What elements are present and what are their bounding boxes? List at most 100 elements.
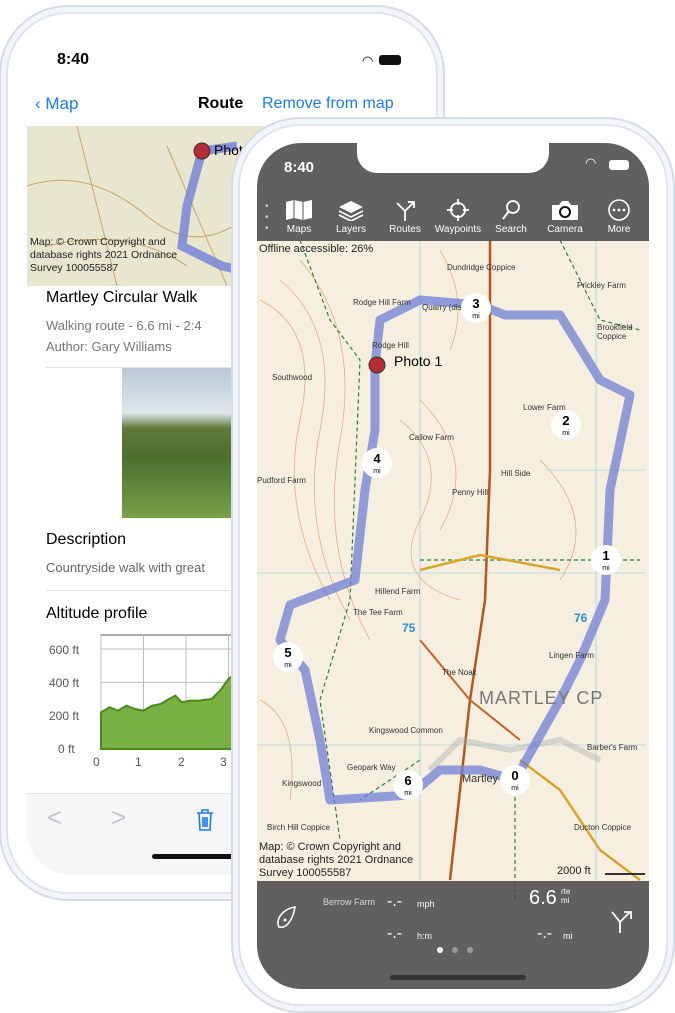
distance-marker[interactable]: 0 mi xyxy=(500,765,530,795)
distance-marker[interactable]: 4 mi xyxy=(362,448,392,478)
photo-pin-icon xyxy=(368,356,386,374)
toolbar-label: Maps xyxy=(286,224,312,235)
toolbar-routes[interactable]: Routes xyxy=(379,199,431,235)
distance-marker[interactable]: 1 mi xyxy=(591,545,621,575)
marker-unit: mi xyxy=(404,790,412,797)
stats-panel: -.- mph -.- h:m 6.6 rte mi -.- mi xyxy=(257,881,649,989)
time-unit: h:m xyxy=(417,931,433,941)
trash-icon[interactable] xyxy=(195,808,215,832)
toolbar-maps[interactable]: Maps xyxy=(273,199,325,235)
map-credit: Map: © Crown Copyright and database righ… xyxy=(259,841,414,879)
y-tick: 200 ft xyxy=(49,709,80,723)
wifi-icon: ◠ xyxy=(585,155,597,170)
distance-marker[interactable]: 6 mi xyxy=(393,770,423,800)
place-label: Rodge Hill Farm xyxy=(353,298,411,307)
remove-from-map-button[interactable]: Remove from map xyxy=(262,95,394,113)
scale-bar xyxy=(605,873,645,875)
distance-marker[interactable]: 2 mi xyxy=(551,410,581,440)
distance-unit: mi xyxy=(563,931,573,941)
route-summary: Walking route - 6.6 mi - 2:4 xyxy=(46,318,202,333)
distance-marker[interactable]: 3 mi xyxy=(461,293,491,323)
description-heading: Description xyxy=(46,531,127,548)
parish-label: MARTLEY CP xyxy=(479,688,604,708)
more-icon xyxy=(608,199,630,221)
page-title: Route xyxy=(198,95,244,112)
x-tick: 1 xyxy=(135,755,142,769)
x-tick: 3 xyxy=(220,755,227,769)
place-label: Quarry (dis) xyxy=(422,303,465,312)
toolbar-waypoints[interactable]: Waypoints xyxy=(432,199,484,235)
place-label: The Noak xyxy=(442,668,477,677)
marker-number: 2 xyxy=(562,413,570,428)
marker-number: 4 xyxy=(373,451,381,466)
unit-bottom: mi xyxy=(561,896,570,905)
x-tick: 2 xyxy=(178,755,185,769)
place-label: Ducton Coppice xyxy=(574,823,631,832)
back-label: Map xyxy=(45,94,79,113)
altitude-heading: Altitude profile xyxy=(46,605,148,622)
place-label: Southwood xyxy=(272,373,313,382)
toolbar-search[interactable]: Search xyxy=(485,199,537,235)
y-tick: 600 ft xyxy=(49,643,80,657)
description-text: Countryside walk with great xyxy=(46,560,205,575)
page-dot[interactable] xyxy=(467,947,473,953)
place-label: Berrow Farm xyxy=(323,897,376,907)
place-label: Kingswood Common xyxy=(369,726,443,735)
next-button[interactable]: > xyxy=(111,802,126,833)
place-label: Penny Hill xyxy=(452,488,489,497)
toolbar-camera[interactable]: Camera xyxy=(539,199,591,235)
y-tick: 400 ft xyxy=(49,676,80,690)
wifi-icon: ◠ xyxy=(362,53,374,68)
offline-status: Offline accessible: 26% xyxy=(259,243,374,255)
time-value: -.- xyxy=(387,925,403,942)
status-time: 8:40 xyxy=(284,159,315,176)
route-name: Martley Circular Walk xyxy=(46,289,198,306)
previous-button[interactable]: < xyxy=(47,802,62,833)
place-label: The Tee Farm xyxy=(353,608,403,617)
back-button[interactable]: ‹ Map xyxy=(35,94,78,114)
compass-icon[interactable] xyxy=(275,905,299,931)
unit-top: rte xyxy=(561,887,571,896)
map-screen: Photo 1 MARTLEY CP 75 76 Rodge Hill Farm… xyxy=(257,143,649,989)
page-dot-active[interactable] xyxy=(437,947,443,953)
route-distance: 6.6 xyxy=(529,887,557,909)
marker-number: 1 xyxy=(602,548,610,563)
search-icon xyxy=(502,200,520,220)
toolbar-more[interactable]: More xyxy=(593,199,645,235)
photo-label: Photo 1 xyxy=(394,353,443,369)
place-label: Barber's Farm xyxy=(587,743,638,752)
battery-icon xyxy=(609,160,629,170)
place-label: Martley xyxy=(462,773,499,785)
page-dot[interactable] xyxy=(452,947,458,953)
toolbar-label: Waypoints xyxy=(434,224,482,235)
place-label: Dundridge Coppice xyxy=(447,263,516,272)
chevron-left-icon: ‹ xyxy=(35,94,46,113)
home-indicator xyxy=(390,975,526,980)
place-label: Geopark Way xyxy=(347,763,396,772)
distance-marker[interactable]: 5 mi xyxy=(273,642,303,672)
marker-unit: mi xyxy=(562,430,570,437)
marker-unit: mi xyxy=(373,468,381,475)
toolbar-label: Routes xyxy=(389,224,421,235)
drag-handle-icon[interactable]: • • • xyxy=(265,201,269,234)
place-label: Brookfield Coppice xyxy=(597,323,633,341)
marker-number: 6 xyxy=(404,773,412,788)
toolbar-label: More xyxy=(607,224,631,235)
marker-number: 5 xyxy=(284,645,292,660)
place-label: Hillend Farm xyxy=(375,587,421,596)
battery-icon xyxy=(379,55,401,65)
routes-icon xyxy=(396,201,415,221)
route-photo[interactable] xyxy=(122,368,242,518)
place-label: Lingen Farm xyxy=(549,651,594,660)
front-phone: Photo 1 MARTLEY CP 75 76 Rodge Hill Farm… xyxy=(238,124,668,1006)
grid-label: 76 xyxy=(574,611,588,625)
marker-unit: mi xyxy=(284,662,292,669)
scale-label: 2000 ft xyxy=(557,865,591,877)
routes-icon[interactable] xyxy=(609,909,635,935)
marker-unit: mi xyxy=(472,313,480,320)
notch xyxy=(357,143,549,173)
toolbar-layers[interactable]: Layers xyxy=(325,199,377,235)
speed-value: -.- xyxy=(387,893,403,910)
map-icon xyxy=(286,200,312,220)
place-label: Hill Side xyxy=(501,469,531,478)
